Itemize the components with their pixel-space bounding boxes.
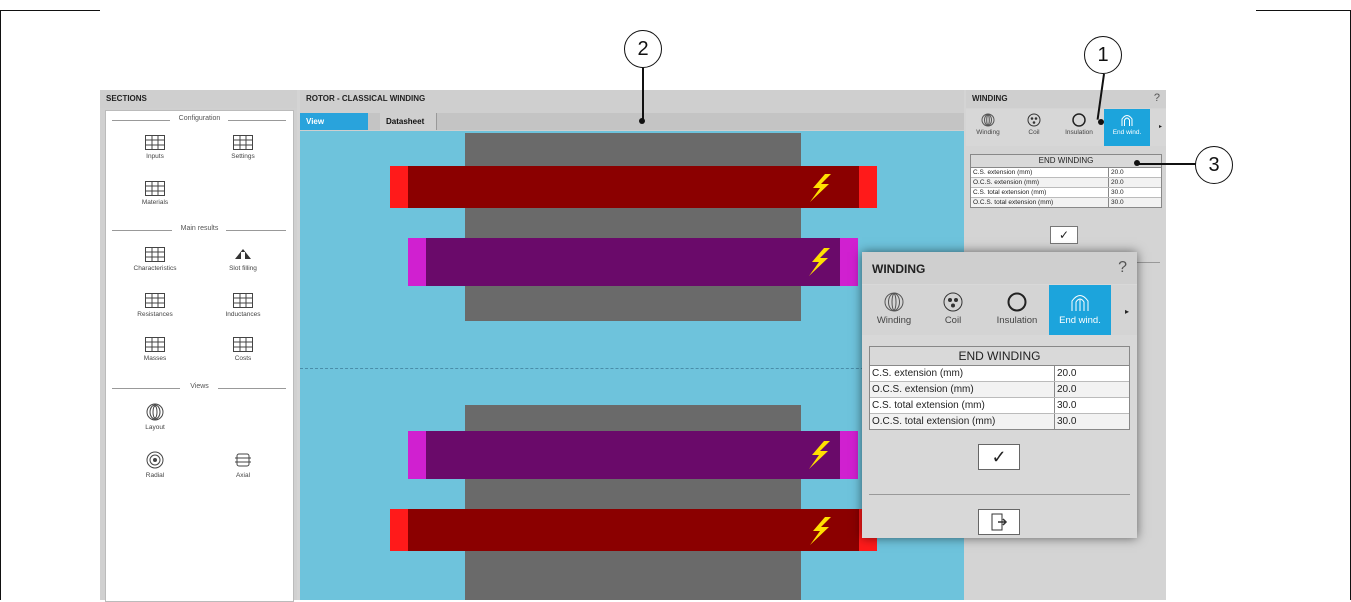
- table-row: C.S. total extension (mm) 30.0: [870, 398, 1129, 414]
- section-item-axial[interactable]: Axial: [208, 451, 278, 479]
- table-icon: [233, 135, 253, 150]
- export-button[interactable]: [978, 509, 1020, 535]
- table-icon: [233, 293, 253, 308]
- coil-icon: [1027, 113, 1041, 127]
- table-row: O.C.S. extension (mm) 20.0: [870, 382, 1129, 398]
- callout-3: 3: [1195, 146, 1233, 184]
- tab-end-winding[interactable]: End wind.: [1104, 109, 1150, 146]
- callout-dot: [1134, 160, 1140, 166]
- table-icon: [145, 135, 165, 150]
- section-item-materials[interactable]: Materials: [120, 181, 190, 206]
- end-winding-icon: [1071, 295, 1089, 311]
- table-row: O.C.S. total extension (mm) 30.0: [870, 414, 1129, 429]
- winding-icon: [884, 292, 904, 312]
- table-title: END WINDING: [971, 155, 1161, 168]
- coil-bar-purple-bottom: [408, 431, 858, 479]
- rotor-view-header: ROTOR - CLASSICAL WINDING: [300, 90, 964, 108]
- export-icon: [991, 513, 1008, 531]
- table-row: O.C.S. total extension (mm) 30.0: [971, 198, 1161, 207]
- callout-line: [642, 68, 644, 120]
- callout-dot: [639, 118, 645, 124]
- tab-view[interactable]: View: [300, 113, 368, 130]
- slot-icon: [235, 249, 251, 260]
- coil-bar-red-top: [390, 166, 877, 208]
- group-title-views: Views: [106, 383, 293, 393]
- table-row: C.S. extension (mm) 20.0: [870, 366, 1129, 382]
- table-title: END WINDING: [870, 347, 1129, 366]
- group-title-configuration: Configuration: [106, 115, 293, 125]
- popup-tabs: Winding Coil Insulation End wind. ▸: [862, 285, 1137, 335]
- section-item-masses[interactable]: Masses: [120, 337, 190, 362]
- section-item-characteristics[interactable]: Characteristics: [120, 247, 190, 272]
- section-item-costs[interactable]: Costs: [208, 337, 278, 362]
- frame-line: [1256, 10, 1351, 11]
- group-title-main-results: Main results: [106, 225, 293, 235]
- lightning-icon: [809, 441, 830, 469]
- insulation-icon: [1072, 113, 1086, 127]
- coil-icon: [943, 292, 963, 312]
- table-icon: [233, 337, 253, 352]
- rotor-core-top: [465, 133, 801, 321]
- section-item-settings[interactable]: Settings: [208, 135, 278, 160]
- popup-title: WINDING: [872, 262, 926, 276]
- section-item-inductances[interactable]: Inductances: [208, 293, 278, 318]
- callout-line: [1138, 163, 1196, 165]
- frame-line: [0, 10, 100, 11]
- table-row: C.S. extension (mm) 20.0: [971, 168, 1161, 178]
- table-icon: [145, 293, 165, 308]
- lightning-icon: [810, 517, 831, 545]
- ok-button[interactable]: ✓: [978, 444, 1020, 470]
- lightning-icon: [810, 174, 831, 202]
- ok-button[interactable]: ✓: [1050, 226, 1078, 244]
- winding-header: WINDING: [966, 90, 1166, 108]
- table-icon: [145, 181, 165, 196]
- tab-datasheet[interactable]: Datasheet: [380, 113, 437, 130]
- tab-coil[interactable]: Coil: [928, 285, 978, 335]
- table-row: O.C.S. extension (mm) 20.0: [971, 178, 1161, 188]
- section-item-radial[interactable]: Radial: [120, 451, 190, 479]
- section-item-inputs[interactable]: Inputs: [120, 135, 190, 160]
- section-item-resistances[interactable]: Resistances: [120, 293, 190, 318]
- tab-coil[interactable]: Coil: [1014, 109, 1054, 146]
- table-icon: [145, 247, 165, 262]
- table-icon: [145, 337, 165, 352]
- insulation-icon: [1007, 292, 1027, 312]
- section-item-layout[interactable]: Layout: [120, 403, 190, 431]
- radial-view-icon: [146, 451, 164, 469]
- popup-header: WINDING ?: [862, 252, 1137, 284]
- callout-1: 1: [1084, 36, 1122, 74]
- help-icon[interactable]: ?: [1154, 92, 1160, 104]
- sections-panel: SECTIONS Configuration Inputs Settings M…: [100, 90, 297, 602]
- tab-winding[interactable]: Winding: [864, 285, 924, 335]
- more-tabs-arrow[interactable]: ▸: [1159, 123, 1162, 130]
- winding-tabs: Winding Coil Insulation End wind. ▸: [966, 109, 1166, 146]
- tab-insulation[interactable]: Insulation: [988, 285, 1046, 335]
- more-tabs-arrow[interactable]: ▸: [1125, 307, 1129, 316]
- end-winding-table: END WINDING C.S. extension (mm) 20.0 O.C.…: [869, 346, 1130, 430]
- sections-list: Configuration Inputs Settings Materials …: [105, 110, 294, 602]
- frame-line: [0, 10, 1, 600]
- winding-layout-icon: [146, 403, 164, 421]
- end-winding-icon: [1121, 115, 1133, 126]
- tab-insulation[interactable]: Insulation: [1056, 109, 1102, 146]
- tab-end-winding[interactable]: End wind.: [1049, 285, 1111, 335]
- sections-header: SECTIONS: [100, 90, 297, 108]
- callout-2: 2: [624, 30, 662, 68]
- divider: [869, 494, 1130, 495]
- table-row: C.S. total extension (mm) 30.0: [971, 188, 1161, 198]
- winding-popup-enlarged: WINDING ? Winding Coil Insulation End wi…: [862, 252, 1137, 538]
- help-icon[interactable]: ?: [1118, 259, 1127, 277]
- winding-icon: [981, 113, 995, 127]
- coil-bar-red-bottom: [390, 509, 877, 551]
- view-tabbar: View Datasheet: [300, 113, 964, 130]
- coil-bar-purple-top: [408, 238, 858, 286]
- axial-view-icon: [235, 453, 251, 467]
- callout-dot: [1098, 119, 1104, 125]
- tab-winding[interactable]: Winding: [966, 109, 1010, 146]
- lightning-icon: [809, 248, 830, 276]
- section-item-slot-filling[interactable]: Slot filling: [208, 247, 278, 272]
